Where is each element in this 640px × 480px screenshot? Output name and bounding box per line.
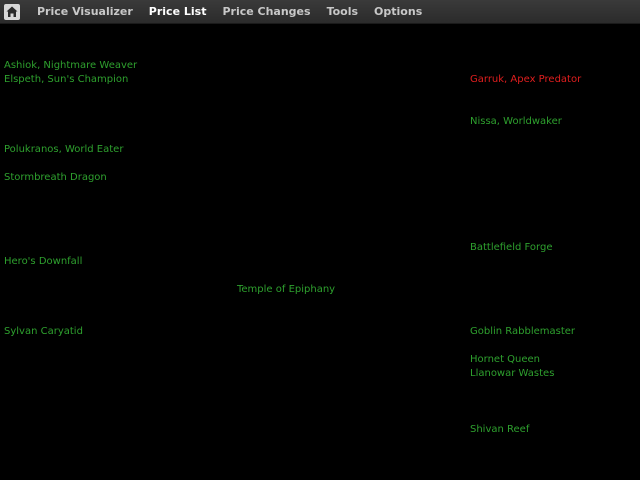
menu-price-visualizer[interactable]: Price Visualizer <box>30 0 142 24</box>
card-label-garruk[interactable]: Garruk, Apex Predator <box>470 74 581 86</box>
card-label-elspeth[interactable]: Elspeth, Sun's Champion <box>4 74 128 86</box>
card-label-goblin-rabblemaster[interactable]: Goblin Rabblemaster <box>470 326 575 338</box>
card-label-nissa[interactable]: Nissa, Worldwaker <box>470 116 562 128</box>
card-label-temple-of-epiphany[interactable]: Temple of Epiphany <box>237 284 335 296</box>
price-list-area: Ashiok, Nightmare Weaver Elspeth, Sun's … <box>0 24 640 480</box>
card-label-hornet-queen[interactable]: Hornet Queen <box>470 354 540 366</box>
card-label-stormbreath[interactable]: Stormbreath Dragon <box>4 172 107 184</box>
card-label-polukranos[interactable]: Polukranos, World Eater <box>4 144 123 156</box>
card-label-battlefield-forge[interactable]: Battlefield Forge <box>470 242 552 254</box>
menu-bar: Price Visualizer Price List Price Change… <box>0 0 640 24</box>
card-label-shivan-reef[interactable]: Shivan Reef <box>470 424 529 436</box>
card-label-sylvan-caryatid[interactable]: Sylvan Caryatid <box>4 326 83 338</box>
home-icon <box>4 3 20 20</box>
menu-tools[interactable]: Tools <box>320 0 367 24</box>
home-button[interactable] <box>0 0 24 24</box>
card-label-llanowar-wastes[interactable]: Llanowar Wastes <box>470 368 554 380</box>
card-label-heros-downfall[interactable]: Hero's Downfall <box>4 256 82 268</box>
menu-price-changes[interactable]: Price Changes <box>215 0 319 24</box>
menu-price-list[interactable]: Price List <box>142 0 216 24</box>
card-label-ashiok[interactable]: Ashiok, Nightmare Weaver <box>4 60 137 72</box>
menu-options[interactable]: Options <box>367 0 431 24</box>
